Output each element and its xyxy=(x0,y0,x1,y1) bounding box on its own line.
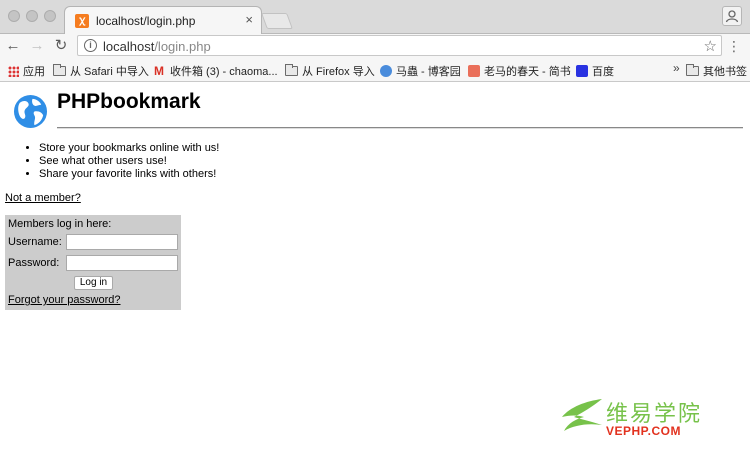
browser-tab-active[interactable]: ꭓ localhost/login.php × xyxy=(64,6,262,35)
tab-strip: ꭓ localhost/login.php × xyxy=(0,0,750,35)
url-host: localhost xyxy=(103,39,155,54)
password-label: Password: xyxy=(8,257,60,269)
tab-close-icon[interactable]: × xyxy=(245,13,253,27)
watermark-url: VEPHP.COM xyxy=(606,424,681,438)
feature-list: Store your bookmarks online with us! See… xyxy=(25,142,219,181)
zoom-window-button[interactable] xyxy=(44,10,56,22)
baidu-icon xyxy=(576,65,588,77)
forgot-password-link[interactable]: Forgot your password? xyxy=(8,294,121,306)
bookmark-label: 收件箱 (3) - chaoma... xyxy=(170,66,278,78)
bookmark-item-gmail[interactable]: M 收件箱 (3) - chaoma... xyxy=(154,63,278,79)
new-tab-button[interactable] xyxy=(261,13,293,29)
vephp-logo-icon xyxy=(562,399,602,431)
bookmark-label: 应用 xyxy=(23,66,45,78)
bookmark-item-firefox-import[interactable]: 从 Firefox 导入 xyxy=(285,63,375,79)
blog-icon xyxy=(380,65,392,77)
login-form: Members log in here: Username: Password:… xyxy=(5,215,181,310)
profile-button[interactable] xyxy=(722,6,742,26)
site-watermark: 维易学院 VEPHP.COM xyxy=(558,395,748,445)
title-divider xyxy=(57,127,743,129)
list-item: See what other users use! xyxy=(39,155,219,168)
person-icon xyxy=(725,10,739,23)
bookmark-item-jianshu[interactable]: 老马的春天 - 简书 xyxy=(468,63,571,79)
apps-grid-icon xyxy=(8,65,19,77)
close-window-button[interactable] xyxy=(8,10,20,22)
username-label: Username: xyxy=(8,236,62,248)
address-bar[interactable]: i localhost/login.php ☆ xyxy=(77,35,722,56)
bookmark-label: 百度 xyxy=(592,66,614,78)
bookmark-label: 从 Safari 中导入 xyxy=(70,66,149,78)
bookmark-item-baidu[interactable]: 百度 xyxy=(576,63,614,79)
page-title: PHPbookmark xyxy=(57,90,201,113)
folder-icon xyxy=(285,64,298,76)
more-menu-icon[interactable]: ⋮ xyxy=(727,37,741,55)
list-item: Share your favorite links with others! xyxy=(39,168,219,181)
tab-title: localhost/login.php xyxy=(96,14,196,28)
jianshu-icon xyxy=(468,65,480,77)
bookmark-item-safari-import[interactable]: 从 Safari 中导入 xyxy=(53,63,149,79)
browser-toolbar: ← → ↻ i localhost/login.php ☆ ⋮ xyxy=(0,34,750,58)
log-in-button[interactable]: Log in xyxy=(74,276,113,290)
xampp-favicon-icon: ꭓ xyxy=(75,14,89,28)
info-icon[interactable]: i xyxy=(84,39,97,52)
folder-icon xyxy=(53,64,66,76)
not-a-member-link[interactable]: Not a member? xyxy=(5,192,81,204)
username-input[interactable] xyxy=(66,234,178,250)
forward-arrow-icon[interactable]: → xyxy=(28,37,46,55)
back-arrow-icon[interactable]: ← xyxy=(4,37,22,55)
bookmark-label: 老马的春天 - 简书 xyxy=(484,66,571,78)
minimize-window-button[interactable] xyxy=(26,10,38,22)
login-heading: Members log in here: xyxy=(8,218,112,230)
password-input[interactable] xyxy=(66,255,178,271)
reload-icon[interactable]: ↻ xyxy=(52,37,70,55)
url-text[interactable]: localhost/login.php xyxy=(103,39,211,54)
bookmark-item-apps[interactable]: 应用 xyxy=(8,63,45,79)
globe-icon xyxy=(13,94,48,129)
bookmarks-overflow-chevron-icon[interactable]: » xyxy=(673,61,680,75)
folder-icon xyxy=(686,64,699,76)
bookmark-item-cnblogs[interactable]: 马蟲 - 博客园 xyxy=(380,63,461,79)
list-item: Store your bookmarks online with us! xyxy=(39,142,219,155)
url-path: /login.php xyxy=(154,39,211,54)
bookmark-label: 其他书签 xyxy=(703,66,747,78)
bookmark-item-other[interactable]: 其他书签 xyxy=(686,63,747,79)
bookmarks-bar: 应用 从 Safari 中导入 M 收件箱 (3) - chaoma... 从 … xyxy=(0,58,750,82)
gmail-icon: M xyxy=(154,64,164,78)
bookmark-label: 从 Firefox 导入 xyxy=(302,66,375,78)
bookmark-label: 马蟲 - 博客园 xyxy=(396,66,461,78)
bookmark-star-icon[interactable]: ☆ xyxy=(704,37,717,55)
